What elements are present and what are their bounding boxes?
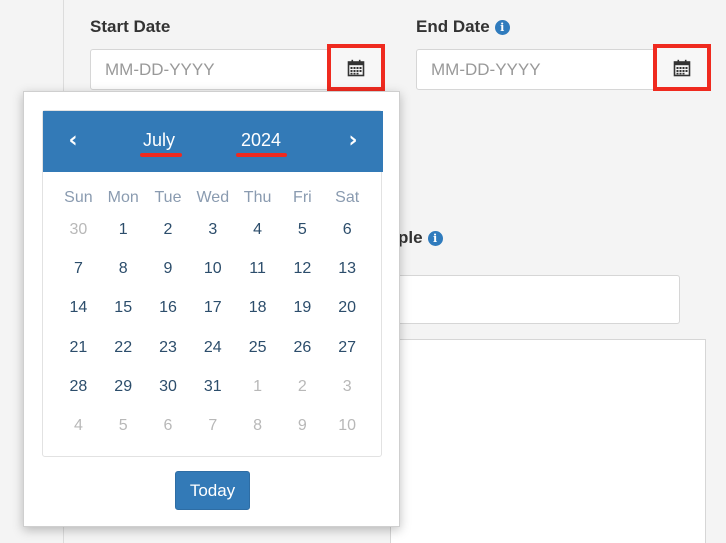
- calendar-day[interactable]: 19: [280, 299, 325, 317]
- calendar-day[interactable]: 30: [146, 378, 191, 396]
- calendar-day-outside-month[interactable]: 2: [280, 378, 325, 396]
- calendar-icon: [673, 59, 691, 76]
- calendar-day[interactable]: 5: [280, 221, 325, 239]
- calendar-day[interactable]: 18: [235, 299, 280, 317]
- calendar-day[interactable]: 6: [325, 221, 370, 239]
- year-underline: [236, 153, 287, 157]
- end-date-calendar-button[interactable]: [653, 44, 711, 91]
- end-date-label: End Date i: [416, 17, 510, 37]
- calendar-day[interactable]: 21: [56, 339, 101, 357]
- end-date-label-text: End Date: [416, 17, 490, 36]
- calendar-day-outside-month[interactable]: 9: [280, 417, 325, 435]
- calendar-week-row: 30 1 2 3 4 5 6: [43, 221, 383, 239]
- month-selector[interactable]: July: [138, 130, 180, 151]
- info-icon[interactable]: i: [427, 230, 443, 246]
- calendar-day[interactable]: 2: [146, 221, 191, 239]
- calendar-week-row: 14 15 16 17 18 19 20: [43, 299, 383, 317]
- today-button[interactable]: Today: [175, 471, 250, 510]
- calendar-day[interactable]: 25: [235, 339, 280, 357]
- calendar-day[interactable]: 20: [325, 299, 370, 317]
- calendar-header: ‹ July 2024 ›: [43, 111, 383, 172]
- people-label: ple i: [398, 228, 443, 248]
- calendar-day-outside-month[interactable]: 8: [235, 417, 280, 435]
- calendar-day-outside-month[interactable]: 5: [101, 417, 146, 435]
- weekday-label: Sun: [64, 189, 93, 206]
- calendar-day-outside-month[interactable]: 4: [56, 417, 101, 435]
- calendar-day[interactable]: 12: [280, 260, 325, 278]
- calendar-day-outside-month[interactable]: 1: [235, 378, 280, 396]
- next-month-button[interactable]: ›: [341, 129, 365, 153]
- calendar-day-outside-month[interactable]: 6: [146, 417, 191, 435]
- year-selector[interactable]: 2024: [236, 130, 286, 151]
- calendar-day-outside-month[interactable]: 3: [325, 378, 370, 396]
- calendar-day[interactable]: 16: [146, 299, 191, 317]
- weekday-label: Fri: [293, 189, 312, 206]
- month-underline: [140, 153, 182, 157]
- calendar-day[interactable]: 23: [146, 339, 191, 357]
- start-date-label-text: Start Date: [90, 17, 171, 36]
- calendar-day[interactable]: 29: [101, 378, 146, 396]
- weekday-label: Tue: [154, 189, 182, 206]
- calendar-day[interactable]: 22: [101, 339, 146, 357]
- calendar-day[interactable]: 3: [190, 221, 235, 239]
- weekday-label: Sat: [335, 189, 360, 206]
- calendar-week-row: 21 22 23 24 25 26 27: [43, 339, 383, 357]
- people-input[interactable]: [390, 275, 680, 324]
- weekday-label: Mon: [107, 189, 139, 206]
- info-icon[interactable]: i: [494, 19, 510, 35]
- calendar-icon: [347, 59, 365, 76]
- calendar-day[interactable]: 7: [56, 260, 101, 278]
- calendar-day[interactable]: 13: [325, 260, 370, 278]
- datepicker-popup: ‹ July 2024 › Sun Mon Tue Wed Thu Fri Sat 30 1 2…: [23, 91, 400, 527]
- calendar-day-outside-month[interactable]: 7: [190, 417, 235, 435]
- calendar: ‹ July 2024 › Sun Mon Tue Wed Thu Fri Sat 30 1 2…: [42, 110, 383, 457]
- calendar-day[interactable]: 17: [190, 299, 235, 317]
- prev-month-button[interactable]: ‹: [61, 129, 85, 153]
- start-date-label: Start Date: [90, 17, 170, 37]
- calendar-day[interactable]: 9: [146, 260, 191, 278]
- calendar-day[interactable]: 15: [101, 299, 146, 317]
- calendar-day[interactable]: 1: [101, 221, 146, 239]
- people-label-text: ple: [398, 228, 423, 247]
- calendar-week-row: 4 5 6 7 8 9 10: [43, 417, 383, 435]
- calendar-day-outside-month[interactable]: 30: [56, 221, 101, 239]
- calendar-day[interactable]: 26: [280, 339, 325, 357]
- calendar-day[interactable]: 14: [56, 299, 101, 317]
- weekday-label: Wed: [196, 189, 230, 206]
- calendar-day[interactable]: 10: [190, 260, 235, 278]
- start-date-calendar-button[interactable]: [327, 44, 385, 91]
- calendar-day[interactable]: 31: [190, 378, 235, 396]
- weekday-header-row: Sun Mon Tue Wed Thu Fri Sat: [43, 189, 383, 207]
- people-list-box[interactable]: [390, 339, 706, 543]
- calendar-week-row: 7 8 9 10 11 12 13: [43, 260, 383, 278]
- calendar-day[interactable]: 27: [325, 339, 370, 357]
- calendar-day[interactable]: 28: [56, 378, 101, 396]
- calendar-day[interactable]: 24: [190, 339, 235, 357]
- calendar-day[interactable]: 11: [235, 260, 280, 278]
- calendar-day[interactable]: 4: [235, 221, 280, 239]
- calendar-week-row: 28 29 30 31 1 2 3: [43, 378, 383, 396]
- calendar-day-outside-month[interactable]: 10: [325, 417, 370, 435]
- weekday-label: Thu: [243, 189, 272, 206]
- calendar-day[interactable]: 8: [101, 260, 146, 278]
